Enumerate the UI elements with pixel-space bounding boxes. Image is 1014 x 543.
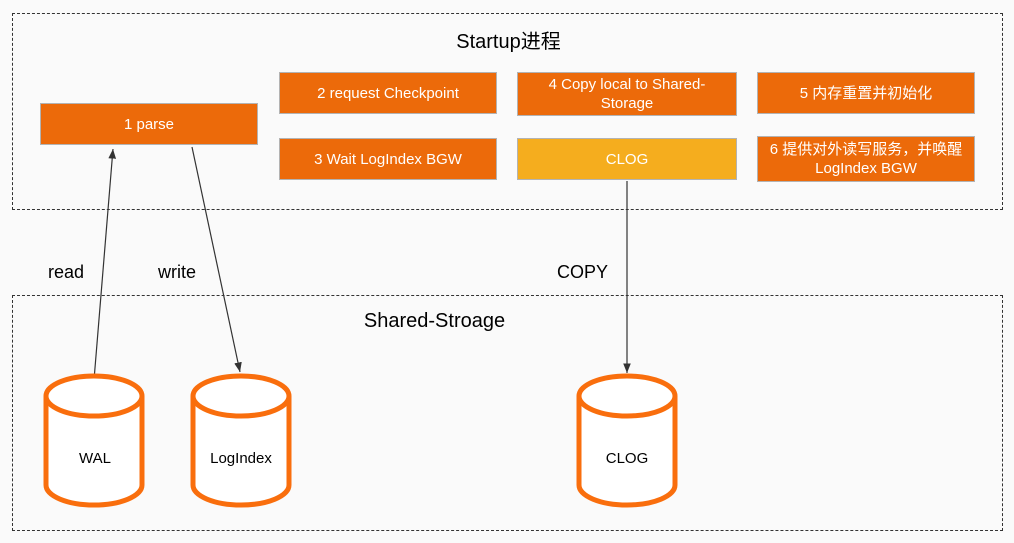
- box-memory-reset-init-label: 5 内存重置并初始化: [799, 84, 933, 102]
- box-request-checkpoint-label: 2 request Checkpoint: [317, 84, 459, 102]
- cylinder-wal-label: WAL: [79, 450, 111, 467]
- region-shared-storage: Shared-Stroage: [12, 295, 1003, 531]
- box-request-checkpoint[interactable]: 2 request Checkpoint: [279, 72, 497, 114]
- box-copy-local-to-shared-storage-label: 4 Copy local to Shared-Storage: [548, 76, 706, 112]
- box-serve-and-wake-logindex-bgw[interactable]: 6 提供对外读写服务，并唤醒LogIndex BGW: [757, 136, 975, 182]
- box-wait-logindex-bgw[interactable]: 3 Wait LogIndex BGW: [279, 138, 497, 180]
- edge-label-copy: COPY: [557, 262, 609, 282]
- box-wait-logindex-bgw-label: 3 Wait LogIndex BGW: [314, 150, 462, 168]
- box-copy-local-to-shared-storage[interactable]: 4 Copy local to Shared-Storage: [517, 72, 737, 116]
- region-startup-title: Startup进程: [456, 31, 561, 53]
- box-parse-label: 1 parse: [123, 115, 175, 133]
- box-memory-reset-init[interactable]: 5 内存重置并初始化: [757, 72, 975, 114]
- box-clog-label: CLOG: [605, 150, 649, 168]
- cylinder-clog-label: CLOG: [605, 450, 649, 467]
- cylinder-logindex-label: LogIndex: [210, 450, 272, 467]
- box-serve-and-wake-logindex-bgw-label: 6 提供对外读写服务，并唤醒LogIndex BGW: [769, 141, 963, 177]
- edge-label-write: write: [158, 262, 197, 282]
- box-parse[interactable]: 1 parse: [40, 103, 258, 145]
- region-shared-storage-title: Shared-Stroage: [363, 310, 506, 332]
- diagram-canvas: Startup进程 Shared-Stroage 1 parse 2 reque…: [0, 0, 1014, 543]
- edge-label-read: read: [48, 262, 85, 282]
- box-clog[interactable]: CLOG: [517, 138, 737, 180]
